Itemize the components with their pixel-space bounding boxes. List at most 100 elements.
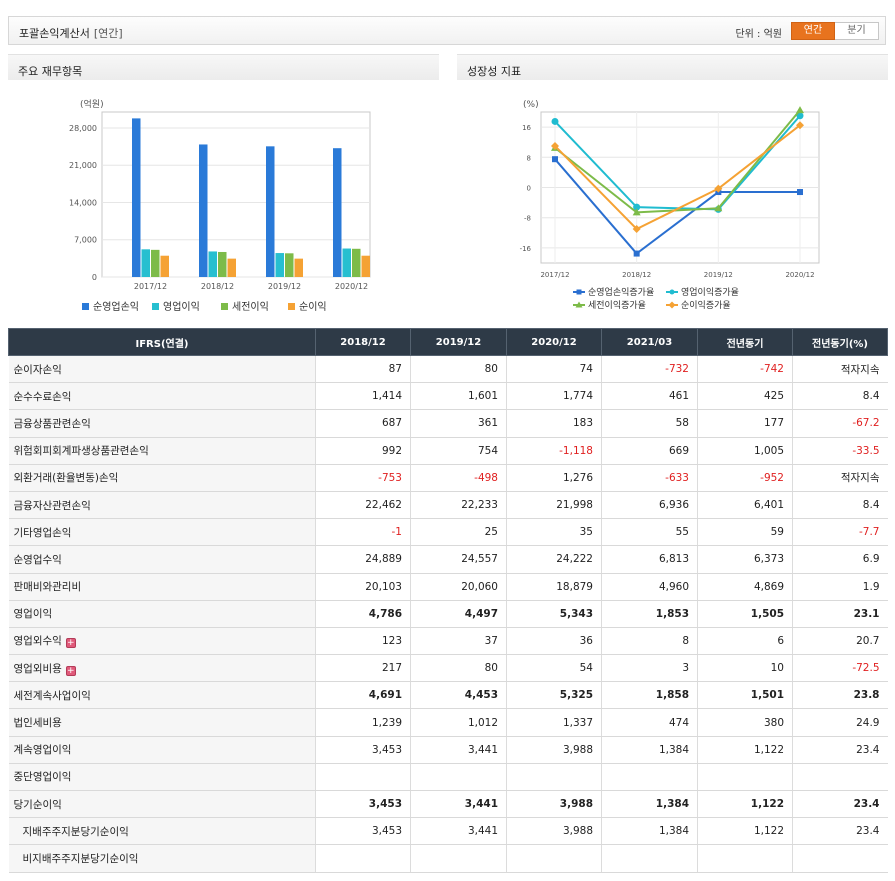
bar-0-2[interactable] (266, 146, 275, 277)
table-cell: 54 (506, 654, 602, 683)
column-header-ifrs: IFRS(연결) (8, 328, 316, 356)
table-row: 순수수료손익 1,414 1,601 1,774 461 425 8.4 (8, 382, 888, 411)
table-cell: 6,936 (601, 491, 698, 520)
table-cell: 687 (315, 409, 411, 438)
table-row: 영업이익 4,786 4,497 5,343 1,853 1,505 23.1 (8, 600, 888, 628)
bar-3-2[interactable] (294, 258, 304, 277)
table-cell: 6.9 (792, 545, 888, 574)
statement-header: 포괄손익계산서 [연간] 단위 : 억원 연간 분기 (8, 16, 886, 45)
table-cell: 1,337 (506, 708, 602, 737)
table-cell: 59 (697, 518, 793, 547)
table-cell: 1,122 (697, 790, 793, 819)
row-label: 기타영업손익 (8, 518, 316, 547)
y-axis-unit-label: (%) (523, 100, 539, 110)
table-cell (601, 844, 698, 873)
expand-plus-icon[interactable]: + (65, 638, 76, 649)
row-label: 순수수료손익 (8, 382, 316, 411)
table-cell: 20,103 (315, 573, 411, 601)
series-0-point-0[interactable] (552, 156, 558, 163)
bar-1-2[interactable] (275, 253, 285, 277)
table-cell: 1,005 (697, 437, 793, 465)
bar-1-0[interactable] (141, 249, 151, 277)
legend-label[interactable]: 순이익 (299, 301, 327, 313)
bar-2-2[interactable] (285, 253, 294, 277)
series-1-point-0[interactable] (551, 117, 559, 125)
table-cell: 20.7 (792, 627, 888, 656)
column-header-6: 전년동기(%) (792, 328, 888, 356)
table-cell: 24.9 (792, 708, 888, 737)
table-cell: 24,222 (506, 545, 602, 574)
table-cell: 1,853 (601, 600, 698, 628)
legend-label[interactable]: 순영업손익 (93, 300, 139, 313)
bar-0-0[interactable] (132, 118, 141, 277)
x-tick-label: 2019/12 (704, 271, 733, 279)
column-header-3: 2020/12 (506, 328, 602, 356)
table-cell: 24,889 (315, 545, 411, 574)
legend-label[interactable]: 영업이익 (163, 300, 200, 313)
table-cell: 1,122 (697, 736, 793, 764)
series-0-point-1[interactable] (633, 250, 640, 257)
bar-3-1[interactable] (227, 258, 237, 277)
tab-annual[interactable]: 연간 (791, 22, 835, 40)
row-label-text: 지배주주지분당기순이익 (22, 825, 129, 838)
table-cell (315, 844, 411, 873)
legend-swatch (82, 303, 89, 310)
table-row: 순이자손익 87 80 74 -732 -742 적자지속 (8, 355, 888, 384)
row-label-text: 순영업수익 (13, 553, 62, 566)
table-cell: 23.4 (792, 790, 888, 819)
table-cell: 87 (315, 355, 411, 384)
row-label-text: 순이자손익 (13, 363, 62, 376)
row-label: 판매비와관리비 (8, 573, 316, 601)
table-cell (697, 844, 793, 873)
legend-label[interactable]: 순이익증가율 (681, 299, 731, 311)
row-label: 지배주주지분당기순이익 (8, 817, 316, 846)
table-header-row: IFRS(연결) 2018/12 2019/12 2020/12 2021/03 전년동기… (8, 328, 888, 356)
y-tick-label: 16 (522, 124, 531, 132)
table-cell: 1,858 (601, 681, 698, 710)
table-cell (315, 763, 411, 792)
table-row: 기타영업손익 -1 25 35 55 59 -7.7 (8, 518, 888, 547)
table-cell: 1,384 (601, 736, 698, 764)
table-cell: 3 (601, 654, 698, 683)
table-cell: -742 (697, 355, 793, 384)
table-cell (601, 763, 698, 792)
x-tick-label: 2018/12 (201, 282, 234, 291)
legend-label[interactable]: 세전이익 (232, 301, 269, 313)
table-cell (410, 763, 507, 792)
table-cell (792, 844, 888, 873)
row-label-text: 위험회피회계파생상품관련손익 (13, 445, 149, 458)
bar-2-3[interactable] (352, 248, 361, 277)
series-2-point-3[interactable] (796, 106, 804, 114)
bar-3-3[interactable] (361, 255, 371, 277)
income-statement-table: IFRS(연결) 2018/12 2019/12 2020/12 2021/03 전년동기… (8, 328, 888, 873)
bar-1-1[interactable] (208, 251, 218, 277)
tab-quarterly[interactable]: 분기 (835, 22, 879, 40)
row-label: 법인세비용 (8, 708, 316, 737)
table-cell: 1,276 (506, 464, 602, 492)
legend-label[interactable]: 순영업손익증가율 (588, 286, 654, 298)
table-cell: -33.5 (792, 437, 888, 465)
expand-plus-icon[interactable]: + (65, 665, 76, 676)
table-cell: 1,501 (697, 681, 793, 710)
bar-1-3[interactable] (342, 248, 352, 277)
series-0-point-3[interactable] (797, 189, 803, 196)
table-cell: 3,988 (506, 736, 602, 764)
row-label: 영업외비용 + (8, 654, 316, 683)
legend-label[interactable]: 영업이익증가율 (681, 286, 739, 298)
bar-2-1[interactable] (218, 251, 227, 277)
table-cell: 6 (697, 627, 793, 656)
y-tick-label: 21,000 (69, 161, 97, 170)
table-cell: 4,960 (601, 573, 698, 601)
table-cell: 461 (601, 382, 698, 411)
table-cell: 474 (601, 708, 698, 737)
table-cell: 23.4 (792, 736, 888, 764)
bar-2-0[interactable] (151, 249, 160, 277)
legend-label[interactable]: 세전이익증가율 (588, 299, 646, 311)
row-label: 비지배주주지분당기순이익 (8, 844, 316, 873)
growth-line-chart: (%) -16 -8 0 8 16 2017/12 2018/12 2019/12 2020/12… (520, 100, 820, 311)
bar-0-1[interactable] (199, 144, 208, 277)
table-cell: 1,384 (601, 817, 698, 846)
bar-3-0[interactable] (160, 255, 170, 277)
bar-0-3[interactable] (333, 148, 342, 277)
row-label-text: 금융자산관련손익 (13, 499, 91, 512)
